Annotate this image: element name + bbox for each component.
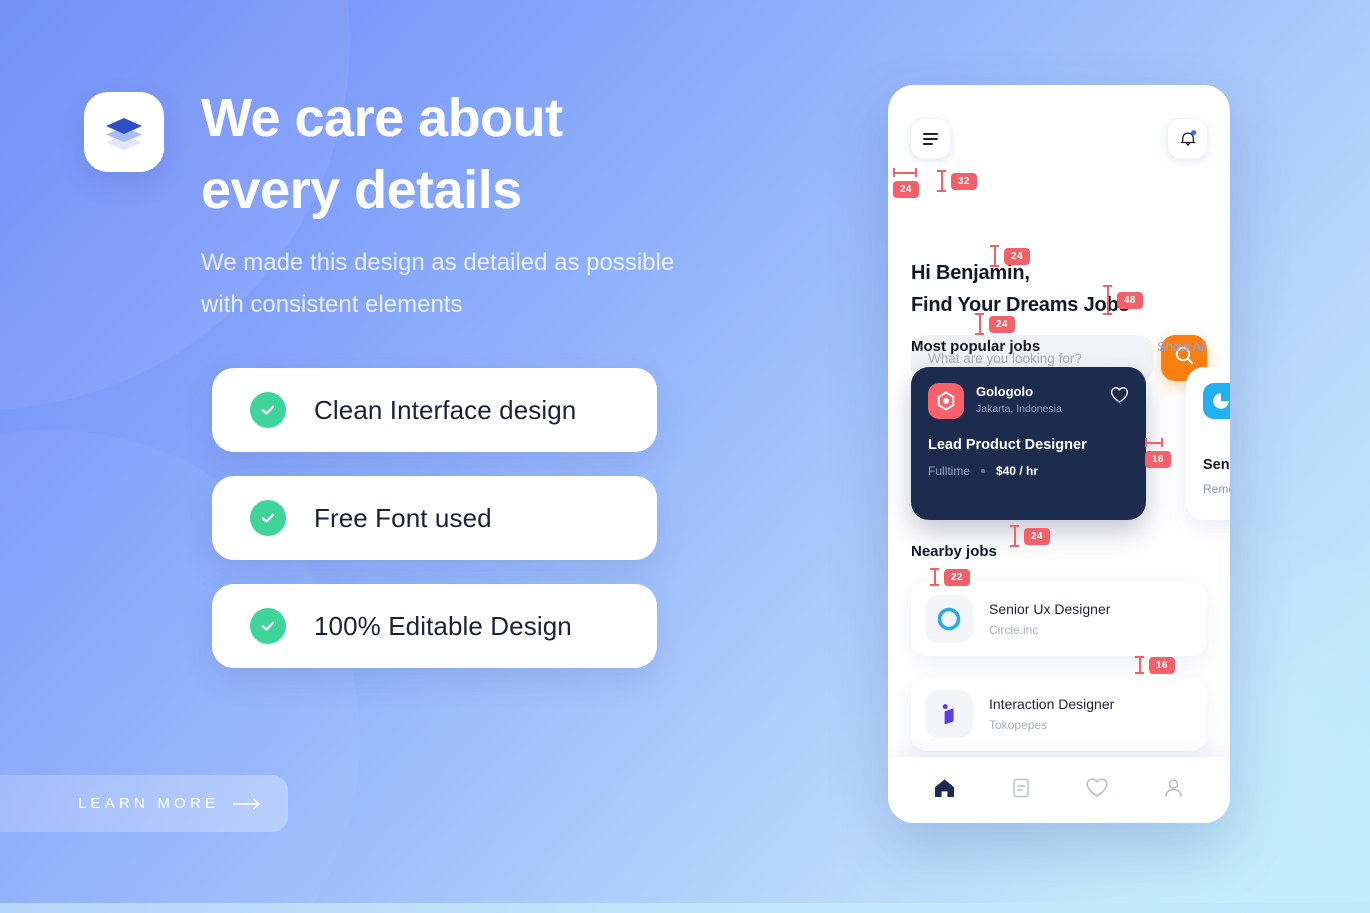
bottom-navigation-bar	[888, 757, 1230, 823]
job-location: Jakarta, Indonesia	[976, 403, 1062, 415]
nearby-jobs-section-header: Nearby jobs	[911, 543, 1207, 560]
job-company-name: Circle.inc	[989, 623, 1039, 637]
document-icon	[1011, 777, 1031, 804]
feature-card-clean-interface: Clean Interface design	[212, 368, 657, 452]
nav-item-profile[interactable]	[1152, 770, 1196, 810]
section-title: Nearby jobs	[911, 543, 997, 560]
job-title: Senior	[1203, 457, 1230, 473]
left-content-panel: We care about every details We made this…	[0, 0, 760, 913]
gologolo-hexagon-icon	[928, 383, 964, 419]
clock-pie-icon	[1203, 383, 1230, 419]
job-title: Senior Ux Designer	[989, 601, 1111, 617]
job-card-secondary[interactable]: Senior Remote	[1186, 367, 1230, 520]
bell-notification-icon[interactable]	[1167, 118, 1208, 159]
nearby-job-row-2[interactable]: Interaction Designer Tokopepes	[911, 677, 1207, 751]
nearby-job-row-1[interactable]: Senior Ux Designer Circle.inc	[911, 582, 1207, 656]
headline-line-1: We care about	[201, 88, 563, 148]
circle-ring-icon	[925, 595, 973, 643]
greeting-line-2: Find Your Dreams Jobs	[911, 294, 1130, 316]
brand-logo-tile	[84, 92, 164, 172]
layers-icon	[101, 107, 147, 158]
most-popular-section-header: Most popular jobs Show All	[911, 338, 1207, 355]
feature-label: Free Font used	[314, 502, 492, 533]
job-title: Interaction Designer	[989, 696, 1115, 712]
poster-stage: We care about every details We made this…	[0, 0, 1370, 913]
headline-line-2: every details	[201, 160, 522, 220]
arrow-right-icon	[233, 798, 263, 810]
job-card-featured[interactable]: Gologolo Jakarta, Indonesia Lead Product…	[911, 367, 1146, 520]
nav-item-home[interactable]	[922, 770, 966, 810]
nav-item-jobs[interactable]	[999, 770, 1043, 810]
page-title: We care about every details	[201, 82, 741, 226]
home-icon	[933, 777, 956, 804]
section-title: Most popular jobs	[911, 338, 1041, 355]
phone-screen: Hi Benjamin, Find Your Dreams Jobs What …	[888, 85, 1230, 823]
job-company-name: Tokopepes	[989, 718, 1048, 732]
separator-dot	[981, 469, 986, 473]
person-icon	[1163, 777, 1184, 804]
page-subtitle: We made this design as detailed as possi…	[201, 242, 701, 326]
feature-label: Clean Interface design	[314, 394, 577, 425]
feature-card-free-font: Free Font used	[212, 476, 657, 560]
job-type: Remote	[1203, 482, 1230, 496]
check-circle-icon	[250, 500, 286, 536]
show-all-link[interactable]: Show All	[1157, 339, 1207, 354]
tokopepes-icon	[925, 690, 973, 738]
hamburger-menu-icon[interactable]	[910, 118, 951, 159]
subhead-line-1: We made this design as detailed as	[201, 249, 580, 276]
feature-label: 100% Editable Design	[314, 610, 572, 641]
job-type: Fulltime	[928, 464, 971, 478]
check-circle-icon	[250, 392, 286, 428]
learn-more-label: LEARN MORE	[78, 795, 220, 812]
learn-more-button[interactable]: LEARN MORE	[0, 775, 288, 832]
job-pay: $40 / hr	[996, 464, 1039, 478]
job-company-name: Gologolo	[976, 384, 1034, 399]
greeting-heading: Hi Benjamin, Find Your Dreams Jobs	[911, 257, 1130, 321]
feature-card-editable-design: 100% Editable Design	[212, 584, 657, 668]
popular-jobs-carousel[interactable]: Gologolo Jakarta, Indonesia Lead Product…	[911, 367, 1230, 520]
heart-outline-icon[interactable]	[1110, 386, 1129, 409]
greeting-line-1: Hi Benjamin,	[911, 262, 1030, 284]
nav-item-saved[interactable]	[1075, 770, 1119, 810]
feature-list: Clean Interface design Free Font used 10…	[212, 368, 657, 692]
bottom-edge-strip	[0, 903, 1370, 913]
job-title: Lead Product Designer	[928, 437, 1087, 453]
heart-outline-icon	[1085, 777, 1109, 804]
phone-mockup: Hi Benjamin, Find Your Dreams Jobs What …	[888, 85, 1230, 823]
check-circle-icon	[250, 608, 286, 644]
